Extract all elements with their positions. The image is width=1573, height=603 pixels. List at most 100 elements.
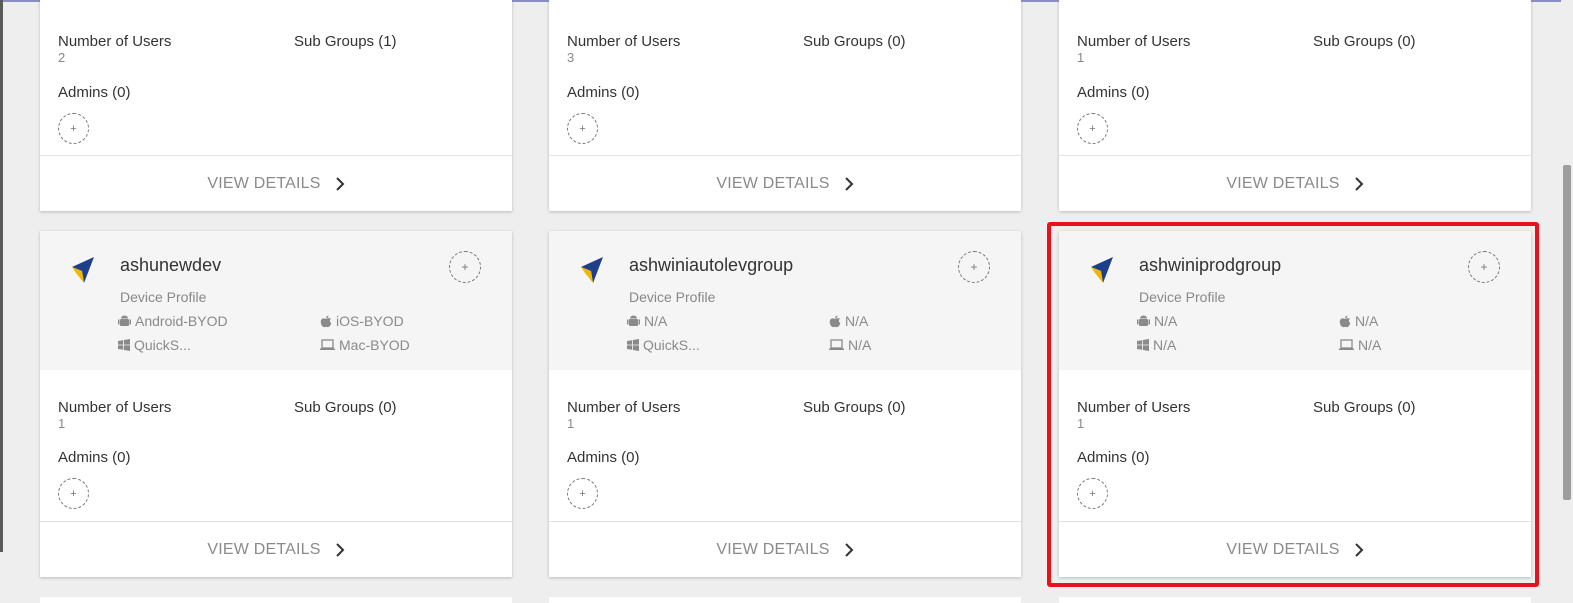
admins-label: Admins (0) [1077,449,1150,466]
group-card-top-3: Number of Users 1 Sub Groups (0) Admins … [1059,0,1531,211]
chevron-right-icon [844,542,854,557]
group-card-next-2 [549,597,1021,603]
group-logo-icon [72,257,94,283]
view-details-label: VIEW DETAILS [1226,174,1340,192]
admins-label: Admins (0) [58,84,131,101]
number-of-users-label: Number of Users [58,33,172,50]
laptop-icon [320,339,335,350]
add-device-profile-button[interactable]: + [449,251,481,283]
apple-icon [1339,315,1351,327]
apple-icon [829,315,841,327]
view-details-button[interactable]: VIEW DETAILS [40,521,512,577]
view-details-button[interactable]: VIEW DETAILS [1059,521,1531,577]
view-details-button[interactable]: VIEW DETAILS [40,155,512,211]
ios-profile: N/A [829,313,868,329]
mac-profile-value: N/A [1358,337,1382,353]
chevron-right-icon [1354,176,1364,191]
group-name[interactable]: ashunewdev [120,255,221,276]
admins-label: Admins (0) [58,449,131,466]
view-details-label: VIEW DETAILS [1226,540,1340,558]
windows-profile: QuickS... [627,337,700,353]
windows-profile-value: N/A [1153,337,1177,353]
number-of-users-label: Number of Users [567,399,681,416]
users-count: 1 [1077,416,1085,431]
android-profile: N/A [1137,313,1177,329]
group-logo-icon [581,257,603,283]
group-name[interactable]: ashwiniprodgroup [1139,255,1281,276]
windows-icon [118,339,130,351]
chevron-right-icon [335,542,345,557]
view-details-button[interactable]: VIEW DETAILS [549,521,1021,577]
admins-label: Admins (0) [1077,84,1150,101]
mac-profile: Mac-BYOD [320,337,410,353]
android-icon [627,315,640,326]
number-of-users-label: Number of Users [58,399,172,416]
add-admin-button[interactable]: + [58,478,89,509]
sub-groups-label: Sub Groups (0) [803,399,906,416]
view-details-label: VIEW DETAILS [716,540,830,558]
android-profile: Android-BYOD [118,313,228,329]
ios-profile: N/A [1339,313,1378,329]
android-profile: N/A [627,313,667,329]
left-sidebar-edge [0,0,3,552]
group-card-ashwiniautolevgroup: ashwiniautolevgroup + Device Profile N/A… [549,231,1021,577]
android-icon [118,315,131,326]
mac-profile-value: N/A [848,337,872,353]
windows-profile-value: QuickS... [643,337,700,353]
sub-groups-label: Sub Groups (1) [294,33,397,50]
add-admin-button[interactable]: + [1077,113,1108,144]
view-details-button[interactable]: VIEW DETAILS [549,155,1021,211]
ios-profile-value: N/A [1355,313,1379,329]
chevron-right-icon [335,176,345,191]
group-card-ashwiniprodgroup: ashwiniprodgroup + Device Profile N/A N/… [1059,231,1531,577]
add-device-profile-button[interactable]: + [1468,251,1500,283]
android-profile-value: Android-BYOD [135,313,228,329]
sub-groups-label: Sub Groups (0) [1313,33,1416,50]
mac-profile-value: Mac-BYOD [339,337,410,353]
view-details-button[interactable]: VIEW DETAILS [1059,155,1531,211]
view-details-label: VIEW DETAILS [207,540,321,558]
android-icon [1137,315,1150,326]
laptop-icon [829,339,844,350]
ios-profile: iOS-BYOD [320,313,404,329]
sub-groups-label: Sub Groups (0) [803,33,906,50]
group-card-ashunewdev: ashunewdev + Device Profile Android-BYOD… [40,231,512,577]
sub-groups-label: Sub Groups (0) [294,399,397,416]
apple-icon [320,315,332,327]
windows-icon [1137,339,1149,351]
group-card-next-1 [40,597,512,603]
group-logo-icon [1091,257,1113,283]
ios-profile-value: N/A [845,313,869,329]
sub-groups-label: Sub Groups (0) [1313,399,1416,416]
add-admin-button[interactable]: + [567,478,598,509]
group-card-top-2: Number of Users 3 Sub Groups (0) Admins … [549,0,1021,211]
number-of-users-label: Number of Users [1077,399,1191,416]
ios-profile-value: iOS-BYOD [336,313,404,329]
windows-icon [627,339,639,351]
chevron-right-icon [844,176,854,191]
users-count: 1 [1077,50,1085,65]
group-name[interactable]: ashwiniautolevgroup [629,255,793,276]
number-of-users-label: Number of Users [1077,33,1191,50]
number-of-users-label: Number of Users [567,33,681,50]
scrollbar-thumb[interactable] [1563,165,1571,500]
add-admin-button[interactable]: + [1077,478,1108,509]
android-profile-value: N/A [1154,313,1178,329]
windows-profile-value: QuickS... [134,337,191,353]
users-count: 1 [567,416,575,431]
add-device-profile-button[interactable]: + [958,251,990,283]
admins-label: Admins (0) [567,449,640,466]
laptop-icon [1339,339,1354,350]
add-admin-button[interactable]: + [567,113,598,144]
add-admin-button[interactable]: + [58,113,89,144]
view-details-label: VIEW DETAILS [716,174,830,192]
windows-profile: N/A [1137,337,1176,353]
mac-profile: N/A [1339,337,1381,353]
device-profile-label: Device Profile [629,289,716,305]
users-count: 3 [567,50,575,65]
chevron-right-icon [1354,542,1364,557]
view-details-label: VIEW DETAILS [207,174,321,192]
group-card-next-3 [1059,597,1531,603]
windows-profile: QuickS... [118,337,191,353]
device-profile-label: Device Profile [120,289,207,305]
